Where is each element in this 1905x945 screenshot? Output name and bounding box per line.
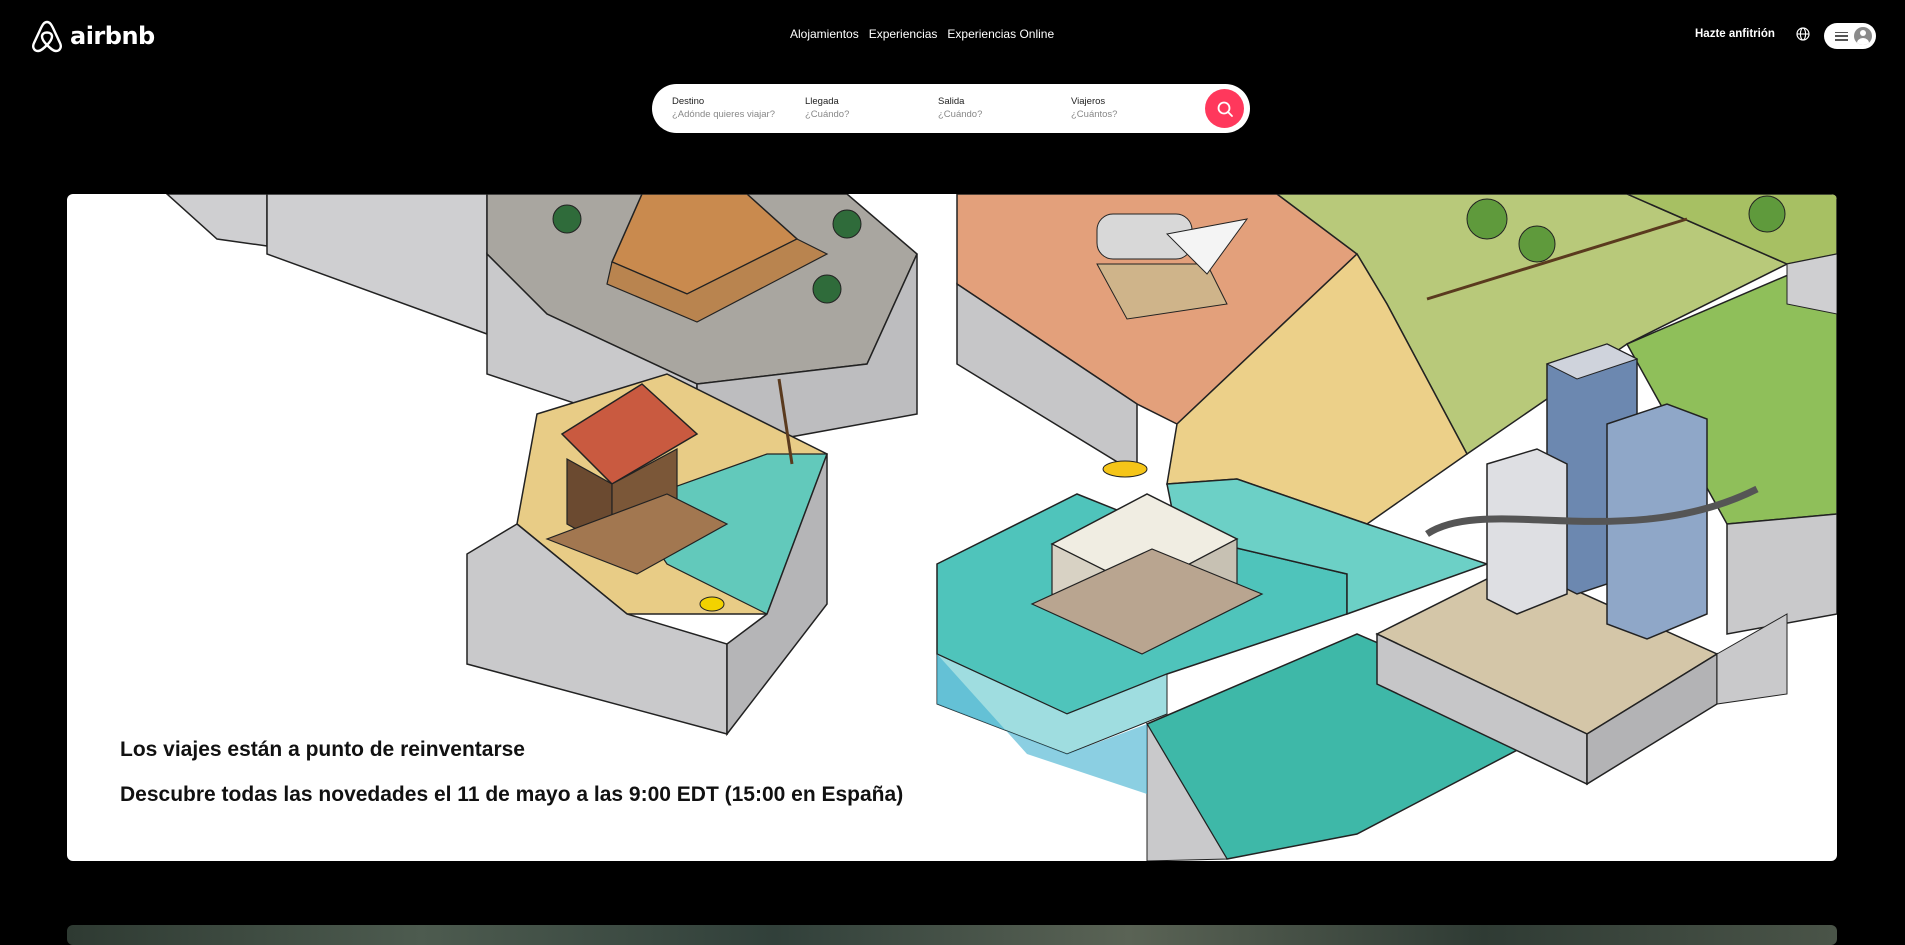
main-nav: Alojamientos Experiencias Experiencias O… [790,27,1054,41]
checkout-field[interactable]: Salida ¿Cuándo? [938,96,982,120]
destination-label: Destino [672,96,705,107]
checkin-placeholder: ¿Cuándo? [805,109,850,120]
user-avatar-icon [1854,27,1872,45]
host-link[interactable]: Hazte anfitrión [1695,28,1775,40]
search-icon [1217,101,1233,117]
next-section-preview[interactable] [67,925,1837,945]
guests-label: Viajeros [1071,96,1106,107]
menu-icon [1835,31,1848,41]
logo-wordmark: airbnb [70,22,155,50]
guests-field[interactable]: Viajeros ¿Cuántos? [1071,96,1117,120]
checkin-label: Llegada [805,96,839,107]
hero-title: Los viajes están a punto de reinventarse [120,738,525,761]
checkout-label: Salida [938,96,965,107]
nav-experiencias-online[interactable]: Experiencias Online [947,27,1054,41]
airbnb-logo[interactable]: airbnb [30,18,155,54]
search-bar: Destino ¿Adónde quieres viajar? Llegada … [652,84,1250,133]
checkin-field[interactable]: Llegada ¿Cuándo? [805,96,849,120]
globe-icon[interactable] [1796,27,1810,41]
destination-field[interactable]: Destino ¿Adónde quieres viajar? [672,96,775,120]
airbnb-logo-icon [32,20,62,53]
top-header: airbnb Alojamientos Experiencias Experie… [0,0,1905,72]
destination-placeholder: ¿Adónde quieres viajar? [672,109,775,120]
checkout-placeholder: ¿Cuándo? [938,109,983,120]
hero-subtitle: Descubre todas las novedades el 11 de ma… [120,783,904,806]
guests-placeholder: ¿Cuántos? [1071,109,1118,120]
nav-experiencias[interactable]: Experiencias [869,27,938,41]
hero-banner[interactable]: Los viajes están a punto de reinventarse… [67,194,1837,861]
user-menu-button[interactable] [1824,23,1876,49]
search-button[interactable] [1205,89,1244,128]
nav-alojamientos[interactable]: Alojamientos [790,27,859,41]
